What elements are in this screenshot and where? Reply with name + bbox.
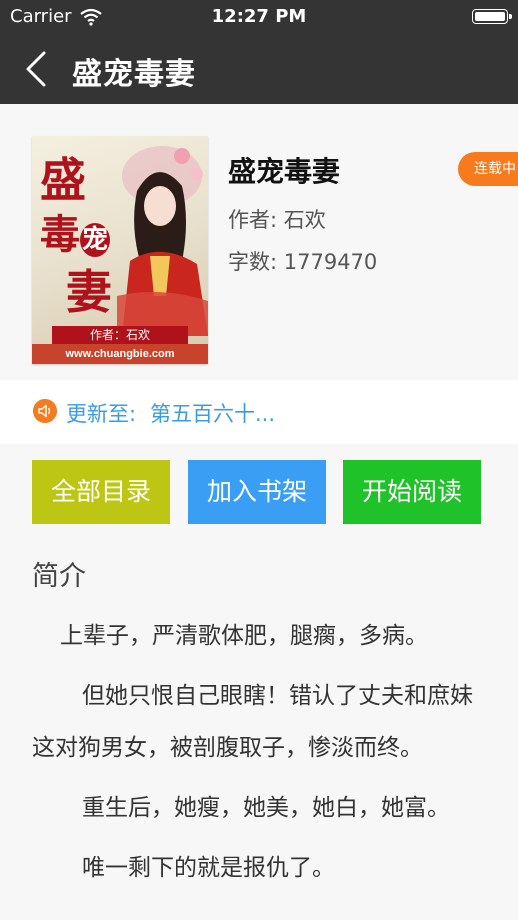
intro-paragraph: 重生后，她瘦，她美，她白，她富。 (82, 795, 450, 821)
cover-author: 作者：石欢 (52, 326, 188, 344)
action-buttons: 全部目录 加入书架 开始阅读 (0, 460, 518, 524)
status-time: 12:27 PM (211, 6, 307, 27)
book-cover[interactable]: 盛 毒宠 妻 作者：石欢 www.chuangbie.com (32, 136, 208, 364)
update-chapter[interactable]: 第五百六十... (150, 398, 275, 428)
cover-title-char: 妻 (66, 265, 112, 319)
book-info-section: 盛 毒宠 妻 作者：石欢 www.chuangbie.com 盛宠毒妻 作者: … (0, 104, 518, 380)
cover-title: 盛 毒宠 妻 (40, 153, 130, 318)
cover-title-char: 宠 (80, 223, 111, 257)
intro-heading: 简介 (32, 561, 86, 592)
battery-icon (472, 9, 512, 24)
status-badge: 连载中 (458, 152, 518, 186)
catalog-button[interactable]: 全部目录 (32, 460, 170, 524)
update-label: 更新至: (66, 402, 137, 426)
chevron-left-icon[interactable] (22, 50, 52, 88)
start-reading-button[interactable]: 开始阅读 (343, 460, 481, 524)
status-bar: Carrier 12:27 PM (0, 0, 518, 34)
latest-update-row[interactable]: 更新至: 第五百六十... (0, 380, 518, 444)
book-word-count: 字数: 1779470 (228, 250, 378, 274)
book-title: 盛宠毒妻 (228, 155, 341, 188)
book-author: 作者: 石欢 (228, 208, 326, 232)
intro-paragraph: 但她只恨自己眼瞎！错认了丈夫和庶妹这对狗男女，被剖腹取子，惨淡而终。 (32, 683, 473, 761)
cover-site: www.chuangbie.com (32, 344, 208, 364)
speaker-icon (33, 399, 57, 423)
cover-title-char: 盛 (40, 153, 86, 207)
intro-text: 上辈子，严清歌体肥，腿瘸，多病。 但她只恨自己眼瞎！错认了丈夫和庶妹这对狗男女，… (32, 610, 492, 894)
intro-paragraph: 上辈子，严清歌体肥，腿瘸，多病。 (60, 623, 428, 649)
add-to-shelf-button[interactable]: 加入书架 (188, 460, 326, 524)
intro-paragraph: 唯一剩下的就是报仇了。 (82, 855, 335, 881)
cover-title-char: 毒 (40, 211, 80, 258)
nav-bar: 盛宠毒妻 (0, 34, 518, 104)
nav-title: 盛宠毒妻 (72, 57, 196, 92)
